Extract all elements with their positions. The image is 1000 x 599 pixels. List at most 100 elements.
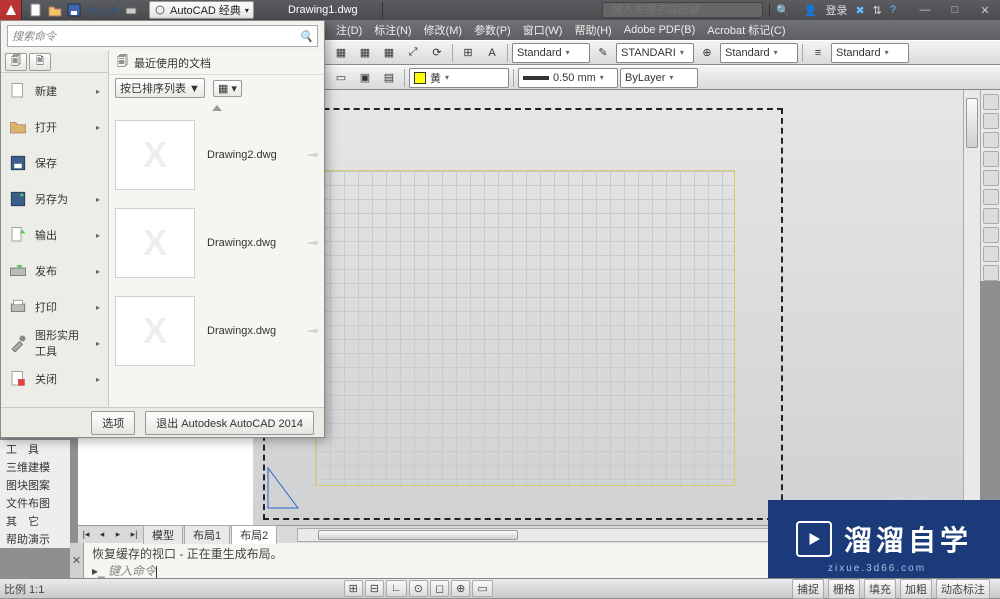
mleader-style-selector[interactable]: Standard▾ [831,43,909,63]
command-search-input[interactable]: 搜索命令 🔍 [7,25,318,47]
tool-icon[interactable]: ⊞ [457,43,479,63]
list-item[interactable]: 图块图案 [0,476,70,494]
login-label[interactable]: 登录 [825,2,847,18]
options-button[interactable]: 选项 [91,411,135,435]
workspace-selector[interactable]: AutoCAD 经典 ▾ [149,1,254,19]
status-label[interactable]: 捕捉 [792,579,824,599]
tool-icon[interactable] [983,170,999,186]
tool-icon[interactable]: ▭ [330,68,352,88]
menu-print[interactable]: 打印▸ [1,289,108,325]
doc-tab-active[interactable]: Drawing1.dwg [264,2,383,18]
scrollbar-thumb[interactable] [318,530,518,540]
menu-annotate[interactable]: 标注(N) [368,20,417,40]
list-item[interactable]: 文件布图 [0,494,70,512]
status-toggle[interactable]: ⊙ [409,580,428,597]
tool-icon[interactable]: A [481,43,503,63]
tab-last[interactable]: ▸| [126,527,142,543]
menu-close[interactable]: 关闭▸ [1,361,108,397]
vertical-scrollbar[interactable] [963,90,980,543]
tool-icon[interactable]: ▣ [354,68,376,88]
help-search-input[interactable] [602,2,763,18]
menu-modify[interactable]: 修改(M) [418,20,469,40]
tab-model[interactable]: 模型 [143,525,183,544]
tab-layout1[interactable]: 布局1 [184,525,230,544]
recent-item[interactable]: X Drawing2.dwg ⊸ [115,111,318,199]
list-item[interactable]: 其 它 [0,512,70,530]
tool-icon[interactable]: ▤ [378,68,400,88]
help-icon[interactable]: ? [890,4,896,16]
app-menu-button[interactable] [0,0,22,20]
menu-utilities[interactable]: 图形实用 工具▸ [1,325,108,361]
tool-icon[interactable] [983,208,999,224]
text-style-selector[interactable]: Standard▾ [512,43,590,63]
status-toggle[interactable]: ▭ [472,580,492,597]
tool-icon[interactable] [983,113,999,129]
minimize-button[interactable]: — [910,1,940,19]
tool-icon[interactable]: ⊕ [696,43,718,63]
sort-selector[interactable]: 按已排序列表 ▼ [115,78,205,98]
dim-style-selector[interactable]: STANDARI▾ [616,43,694,63]
command-close-icon[interactable]: ✕ [70,543,84,578]
pin-icon[interactable]: ⊸ [307,147,318,163]
list-item[interactable]: 工 具 [0,440,70,458]
redo-icon[interactable] [104,2,120,18]
menu-saveas[interactable]: 另存为▸ [1,181,108,217]
menu-new[interactable]: 新建▸ [1,73,108,109]
scroll-up[interactable] [115,101,318,111]
tool-icon[interactable] [983,227,999,243]
recent-docs-toggle[interactable]: 🗐 [5,53,27,71]
new-icon[interactable] [28,2,44,18]
command-input[interactable]: 键入命令 [108,564,156,578]
pin-icon[interactable]: ⊸ [307,323,318,339]
menu-open[interactable]: 打开▸ [1,109,108,145]
tab-prev[interactable]: ◂ [94,527,110,543]
tool-icon[interactable]: ✎ [592,43,614,63]
tab-next[interactable]: ▸ [110,527,126,543]
tool-icon[interactable]: ▦ [330,43,352,63]
layer-selector[interactable]: 黄 ▾ [409,68,509,88]
scrollbar-thumb[interactable] [966,98,978,148]
status-label[interactable]: 栅格 [828,579,860,599]
tool-icon[interactable] [983,265,999,281]
undo-icon[interactable] [85,2,101,18]
tool-icon[interactable]: ⤢ [402,43,424,63]
paper-space-viewport[interactable]: ⬭⬭ [253,90,976,533]
tab-first[interactable]: |◂ [78,527,94,543]
tool-icon[interactable]: ⟳ [426,43,448,63]
pin-icon[interactable]: ⊸ [307,235,318,251]
table-style-selector[interactable]: Standard▾ [720,43,798,63]
status-toggle[interactable]: ⊕ [451,580,470,597]
status-toggle[interactable]: ⊟ [365,580,384,597]
status-label[interactable]: 填充 [864,579,896,599]
tool-icon[interactable] [983,246,999,262]
scale-label[interactable]: 比例 1:1 [4,581,44,597]
menu-acrobat[interactable]: Acrobat 标记(C) [701,20,791,40]
tool-icon[interactable] [983,189,999,205]
status-toggle[interactable]: ⊞ [344,580,363,597]
open-docs-toggle[interactable]: 🗎 [29,53,51,71]
list-item[interactable]: 帮助演示 [0,530,70,548]
menu-publish[interactable]: 发布▸ [1,253,108,289]
tool-icon[interactable] [983,132,999,148]
menu-export[interactable]: 输出▸ [1,217,108,253]
tool-icon[interactable] [983,94,999,110]
list-item[interactable]: 三维建模 [0,458,70,476]
menu-window[interactable]: 窗口(W) [517,20,569,40]
menu-save[interactable]: 保存 [1,145,108,181]
cloud-icon[interactable]: ⇅ [873,4,882,17]
menu-param[interactable]: 参数(P) [468,20,517,40]
status-label[interactable]: 加粗 [900,579,932,599]
lineweight-selector[interactable]: 0.50 mm▾ [518,68,618,88]
recent-item[interactable]: X Drawingx.dwg ⊸ [115,287,318,375]
status-toggle[interactable]: ◻ [430,580,449,597]
tool-icon[interactable] [983,151,999,167]
maximize-button[interactable]: □ [940,1,970,19]
status-label[interactable]: 动态标注 [936,579,990,599]
status-toggle[interactable]: ∟ [386,580,407,597]
exchange-icon[interactable]: ✖ [855,4,864,17]
menu-adobe[interactable]: Adobe PDF(B) [618,22,702,38]
tab-layout2[interactable]: 布局2 [231,525,277,544]
tool-icon[interactable]: ≡ [807,43,829,63]
close-window-button[interactable]: ✕ [970,1,1000,19]
menu-dim[interactable]: 注(D) [330,20,368,40]
